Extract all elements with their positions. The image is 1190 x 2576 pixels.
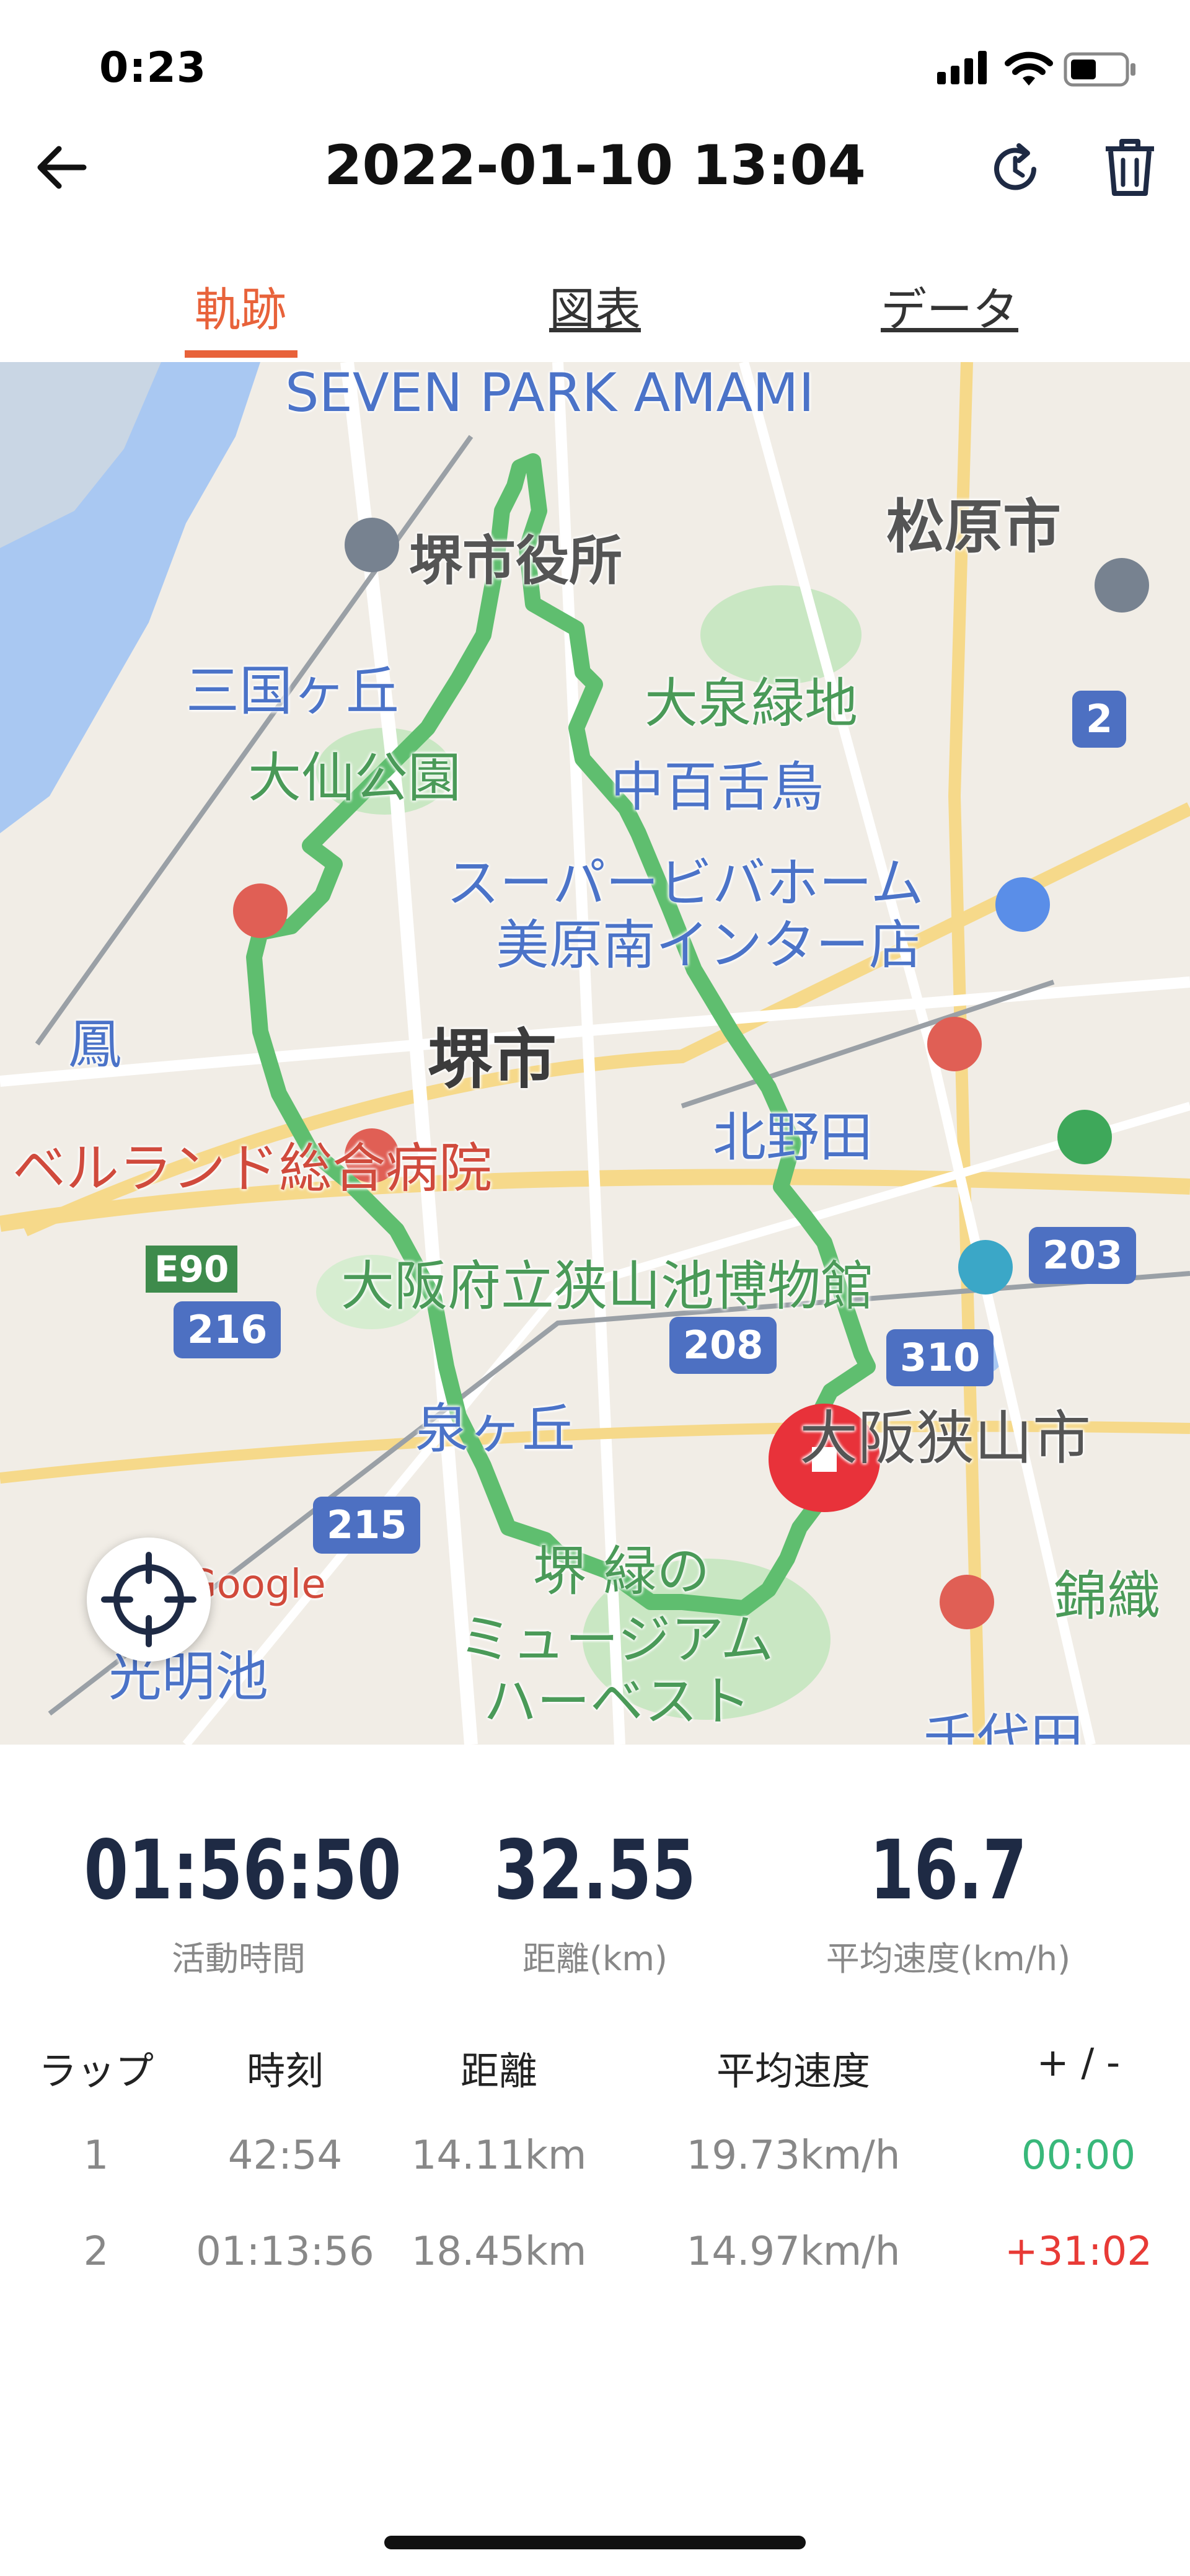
map-label-izumigaoka: 泉ヶ丘 xyxy=(415,1398,575,1460)
tab-data[interactable]: データ xyxy=(751,273,1148,339)
crosshair-icon xyxy=(101,1552,196,1647)
map-label-nishikori: 錦織 xyxy=(1054,1565,1160,1627)
map-label-sakai: 堺市 xyxy=(428,1022,557,1097)
map-label-sakai-midori-1: 堺 緑の xyxy=(533,1541,710,1603)
wifi-icon xyxy=(1005,51,1053,86)
tab-track[interactable]: 軌跡 xyxy=(42,273,439,339)
map-label-oizumi-ryokuchi: 大泉緑地 xyxy=(645,673,858,735)
map-label-kitanoda: 北野田 xyxy=(713,1107,873,1169)
battery-icon xyxy=(1064,52,1135,87)
refresh-icon[interactable] xyxy=(985,139,1045,199)
active-tab-indicator xyxy=(185,350,298,358)
route-shield-208: 208 xyxy=(669,1317,777,1374)
route-shield-216: 216 xyxy=(174,1301,281,1358)
map-label-mikunigaoka: 三国ヶ丘 xyxy=(186,660,399,722)
route-shield-2: 2 xyxy=(1072,691,1127,748)
lap-header-speed: 平均速度 xyxy=(716,2048,870,2094)
stat-distance-value: 32.55 xyxy=(494,1823,696,1918)
lap-cell-time: 01:13:56 xyxy=(196,2229,374,2275)
map-label-nakamozu: 中百舌鳥 xyxy=(610,756,824,818)
lap-cell-lap: 1 xyxy=(83,2133,109,2179)
lap-header-distance: 距離 xyxy=(460,2048,537,2094)
lap-cell-speed: 14.97km/h xyxy=(686,2229,901,2275)
status-time: 0:23 xyxy=(99,43,207,92)
map-label-otori: 鳳 xyxy=(68,1014,121,1076)
lap-header-diff: + / - xyxy=(1036,2040,1121,2085)
lap-cell-diff: 00:00 xyxy=(1021,2133,1136,2179)
stat-duration-label: 活動時間 xyxy=(172,1939,306,1978)
route-shield-215: 215 xyxy=(313,1497,421,1554)
stat-duration-value: 01:56:50 xyxy=(84,1823,402,1918)
map-label-daisen-park: 大仙公園 xyxy=(248,747,461,809)
lap-cell-speed: 19.73km/h xyxy=(686,2133,901,2179)
expressway-shield-e90: E90 xyxy=(146,1246,238,1293)
locate-button[interactable] xyxy=(87,1538,211,1662)
route-shield-203: 203 xyxy=(1029,1227,1137,1284)
lap-cell-distance: 14.11km xyxy=(411,2133,587,2179)
map-label-sakai-city-office: 堺市役所 xyxy=(409,530,622,592)
stat-distance-label: 距離(km) xyxy=(522,1939,668,1978)
lap-cell-diff: +31:02 xyxy=(1004,2229,1153,2275)
lap-header-time: 時刻 xyxy=(246,2048,324,2094)
map-label-super-viva-2: 美原南インター店 xyxy=(496,914,922,976)
home-indicator[interactable] xyxy=(384,2536,806,2549)
trash-icon[interactable] xyxy=(1101,136,1159,198)
tab-chart[interactable]: 図表 xyxy=(397,273,793,339)
route-shield-310: 310 xyxy=(886,1329,994,1386)
stat-speed-value: 16.7 xyxy=(869,1823,1028,1918)
map-label-sakai-midori-3: ハーベスト xyxy=(483,1671,751,1733)
lap-cell-time: 42:54 xyxy=(227,2133,343,2179)
lap-cell-distance: 18.45km xyxy=(411,2229,587,2275)
cellular-signal-icon xyxy=(937,51,992,88)
map-label-matsubara: 松原市 xyxy=(886,494,1062,561)
map-label-bellland: ベルランド総合病院 xyxy=(12,1138,492,1200)
lap-cell-lap: 2 xyxy=(83,2229,109,2275)
stat-speed-label: 平均速度(km/h) xyxy=(826,1939,1071,1978)
map-label-osakasayama: 大阪狭山市 xyxy=(800,1405,1091,1472)
map-label-sayamaike-museum: 大阪府立狭山池博物館 xyxy=(341,1255,874,1317)
map-label-chiyoda: 千代田 xyxy=(923,1708,1083,1745)
map-label-seven-park: SEVEN PARK AMAMI xyxy=(285,362,814,424)
lap-header-lap: ラップ xyxy=(38,2048,154,2094)
